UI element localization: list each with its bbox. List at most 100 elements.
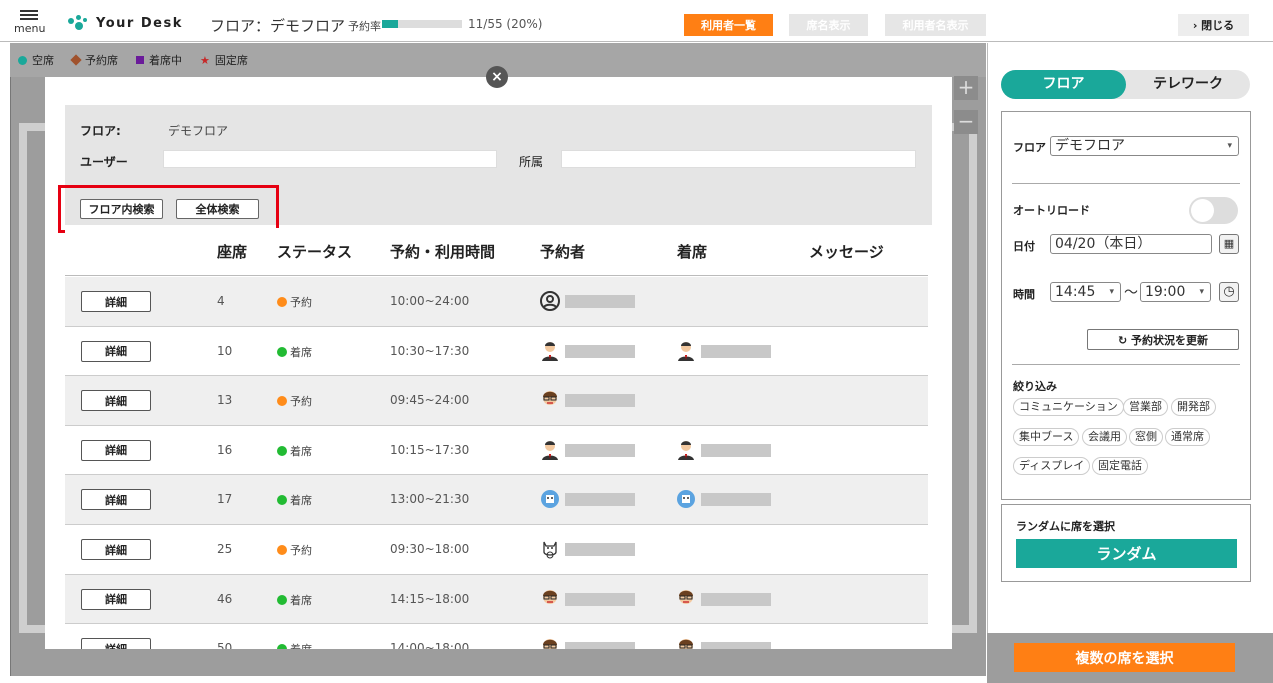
tab-bar: フロア テレワーク: [1001, 70, 1250, 99]
status-dot-icon: [277, 545, 287, 555]
table-row: 詳細 25 予約 09:30~18:00: [65, 525, 928, 575]
status-dot-icon: [277, 644, 287, 649]
detail-button[interactable]: 詳細: [81, 638, 151, 649]
fixed-star-icon: ★: [200, 53, 210, 67]
time-start-value: 14:45: [1055, 284, 1096, 300]
detail-button[interactable]: 詳細: [81, 291, 151, 312]
filter-tag-meeting[interactable]: 会議用: [1082, 428, 1127, 446]
filter-tag-sales[interactable]: 営業部: [1123, 398, 1168, 416]
filter-tag-phone[interactable]: 固定電話: [1092, 457, 1148, 475]
refresh-reservations-button[interactable]: ↻ 予約状況を更新: [1087, 329, 1239, 350]
legend-reserved: 予約席: [70, 52, 118, 68]
divider: [1012, 183, 1240, 184]
menu-label: menu: [14, 22, 46, 35]
bottom-bar: 複数の席を選択: [987, 633, 1273, 683]
floor-search-button[interactable]: フロア内検索: [80, 199, 163, 219]
reserved-diamond-icon: [70, 54, 82, 66]
clock-icon[interactable]: ◷: [1219, 282, 1239, 302]
autoreload-toggle[interactable]: [1189, 197, 1238, 224]
calendar-icon[interactable]: ▦: [1219, 234, 1239, 254]
chevron-down-icon: ▾: [1227, 141, 1232, 151]
filter-label: 絞り込み: [1013, 380, 1057, 393]
col-seat: 座席: [217, 243, 248, 261]
legend-vacant: 空席: [18, 52, 54, 68]
floor-select[interactable]: デモフロア ▾: [1050, 136, 1239, 156]
time-start-select[interactable]: 14:45 ▾: [1050, 282, 1121, 302]
modal-close-icon[interactable]: ×: [486, 66, 508, 88]
filter-tag-window[interactable]: 窓側: [1129, 428, 1163, 446]
reserver-name-redacted: [565, 394, 635, 408]
col-message: メッセージ: [809, 243, 884, 261]
select-multiple-seats-button[interactable]: 複数の席を選択: [1014, 643, 1235, 672]
table-row: 詳細 10 着席 10:30~17:30: [65, 326, 928, 377]
time-range: 10:15~17:30: [390, 442, 470, 457]
table-row: 詳細 50 着席 14:00~18:00: [65, 624, 928, 649]
zoom-out-button[interactable]: −: [954, 110, 978, 134]
random-title: ランダムに席を選択: [1016, 520, 1115, 533]
user-input[interactable]: [163, 150, 497, 168]
detail-button[interactable]: 詳細: [81, 439, 151, 461]
detail-button[interactable]: 詳細: [81, 340, 151, 362]
time-label: 時間: [1013, 288, 1035, 301]
detail-button[interactable]: 詳細: [81, 489, 151, 511]
autoreload-label: オートリロード: [1013, 204, 1090, 217]
user-list-button[interactable]: 利用者一覧: [684, 14, 773, 36]
random-button[interactable]: ランダム: [1016, 539, 1237, 568]
detail-button[interactable]: 詳細: [81, 539, 151, 560]
reserver-name-redacted: [565, 344, 635, 358]
reserver-name-redacted: [565, 592, 635, 606]
filter-tag-normal[interactable]: 通常席: [1165, 428, 1210, 446]
filter-tag-focus-booth[interactable]: 集中ブース: [1013, 428, 1080, 446]
glasses-man-avatar-icon: [675, 588, 697, 610]
status-badge: 着席: [277, 592, 312, 608]
all-search-button[interactable]: 全体検索: [176, 199, 259, 219]
floor-value: デモフロア: [168, 124, 229, 138]
filter-tag-display[interactable]: ディスプレイ: [1013, 457, 1091, 475]
dept-input[interactable]: [561, 150, 916, 168]
time-range: 14:15~18:00: [390, 591, 470, 606]
col-reserver: 予約者: [540, 243, 586, 261]
robot-avatar-icon: [539, 488, 561, 510]
date-field[interactable]: 04/20（本日）: [1050, 234, 1212, 254]
show-seat-names-button[interactable]: 席名表示: [789, 14, 868, 36]
status-text: 着席: [290, 494, 312, 508]
tab-floor[interactable]: フロア: [1001, 70, 1126, 99]
show-user-names-button[interactable]: 利用者名表示: [885, 14, 986, 36]
status-dot-icon: [277, 297, 287, 307]
status-dot-icon: [277, 594, 287, 605]
glasses-man-avatar-icon: [539, 389, 561, 411]
businessman-avatar-icon: [539, 340, 561, 362]
detail-button[interactable]: 詳細: [81, 390, 151, 412]
glasses-man-avatar-icon: [539, 637, 561, 649]
legend-occupied: 着席中: [136, 52, 182, 68]
status-badge: 着席: [277, 492, 312, 508]
results-table: 座席 ステータス 予約・利用時間 予約者 着席 メッセージ 詳細 4 予約 10:00…: [65, 228, 928, 649]
app-header: menu Your Desk フロア：デモフロア 予約率 11/55 (20%)…: [0, 0, 1273, 42]
reserver-name-redacted: [565, 543, 635, 556]
table-row: 詳細 4 予約 10:00~24:00: [65, 277, 928, 327]
seat-number: 4: [217, 294, 225, 308]
floor-select-value: デモフロア: [1055, 138, 1125, 154]
close-button[interactable]: › 閉じる: [1178, 14, 1249, 36]
zoom-in-button[interactable]: +: [954, 76, 978, 100]
time-end-select[interactable]: 19:00 ▾: [1140, 282, 1211, 302]
date-value: 04/20（本日）: [1055, 236, 1152, 252]
businessman-avatar-icon: [675, 340, 697, 362]
filter-tag-dev[interactable]: 開発部: [1171, 398, 1216, 416]
hamburger-icon: [20, 10, 38, 12]
tab-telework[interactable]: テレワーク: [1126, 70, 1250, 99]
floor-label: フロア:: [80, 124, 121, 138]
app-logo: Your Desk: [68, 15, 183, 31]
filter-tag-communication[interactable]: コミュニケーション: [1013, 398, 1124, 416]
seat-number: 17: [217, 492, 233, 507]
seated-name-redacted: [701, 592, 771, 606]
status-text: 着席: [290, 444, 312, 458]
menu-button[interactable]: menu: [14, 8, 46, 35]
reserver-name-redacted: [565, 493, 635, 507]
detail-button[interactable]: 詳細: [81, 588, 151, 610]
hamburger-icon-bar: [20, 14, 38, 16]
time-separator: 〜: [1124, 285, 1138, 301]
time-range: 09:45~24:00: [390, 393, 470, 408]
divider: [1012, 364, 1240, 365]
seated-name-redacted: [701, 443, 771, 457]
